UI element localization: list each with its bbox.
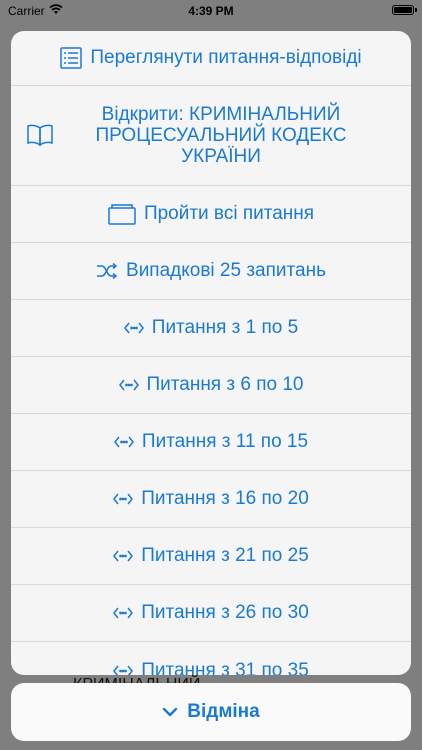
cancel-button[interactable]: Відміна — [11, 683, 411, 741]
battery-icon — [392, 5, 417, 15]
action-range-6-10[interactable]: Питання з 6 по 10 — [11, 357, 411, 414]
status-bar: Carrier 4:39 PM — [0, 0, 422, 22]
book-icon — [27, 124, 53, 146]
action-label: Питання з 1 по 5 — [151, 317, 299, 338]
range-icon — [118, 379, 139, 391]
action-open-code[interactable]: Відкрити: КРИМІНАЛЬНИЙ ПРОЦЕСУАЛЬНИЙ КОД… — [11, 86, 411, 186]
action-label: Питання з 16 по 20 — [141, 488, 309, 509]
action-label: Питання з 26 по 30 — [141, 602, 309, 623]
range-icon — [113, 493, 134, 505]
action-label: Питання з 11 по 15 — [141, 431, 309, 452]
action-range-1-5[interactable]: Питання з 1 по 5 — [11, 300, 411, 357]
action-label: Питання з 6 по 10 — [146, 374, 304, 395]
action-label: Відкрити: КРИМІНАЛЬНИЙ ПРОЦЕСУАЛЬНИЙ КОД… — [95, 104, 347, 167]
shuffle-icon — [96, 263, 118, 279]
list-icon — [60, 47, 83, 69]
status-time: 4:39 PM — [188, 4, 234, 18]
action-take-all[interactable]: Пройти всі питання — [11, 186, 411, 243]
action-label: Випадкові 25 запитань — [126, 260, 326, 281]
action-range-21-25[interactable]: Питання з 21 по 25 — [11, 528, 411, 585]
action-label: Переглянути питання-відповіді — [90, 47, 362, 68]
range-icon — [113, 436, 134, 448]
range-icon — [113, 607, 134, 619]
chevron-down-icon — [162, 707, 178, 717]
range-icon — [113, 550, 134, 562]
action-range-26-30[interactable]: Питання з 26 по 30 — [11, 585, 411, 642]
action-sheet: Переглянути питання-відповіді Відкрити: … — [11, 31, 411, 675]
action-label: Питання з 31 по 35 — [141, 659, 309, 676]
action-range-11-15[interactable]: Питання з 11 по 15 — [11, 414, 411, 471]
action-label: Питання з 21 по 25 — [141, 545, 309, 566]
folder-icon — [108, 203, 136, 225]
action-label: Пройти всі питання — [143, 203, 315, 224]
action-random-25[interactable]: Випадкові 25 запитань — [11, 243, 411, 300]
cancel-label: Відміна — [187, 701, 260, 722]
action-range-31-35[interactable]: Питання з 31 по 35 — [11, 642, 411, 675]
action-view-questions-answers[interactable]: Переглянути питання-відповіді — [11, 31, 411, 86]
range-icon — [113, 665, 134, 675]
range-icon — [123, 322, 144, 334]
action-range-16-20[interactable]: Питання з 16 по 20 — [11, 471, 411, 528]
